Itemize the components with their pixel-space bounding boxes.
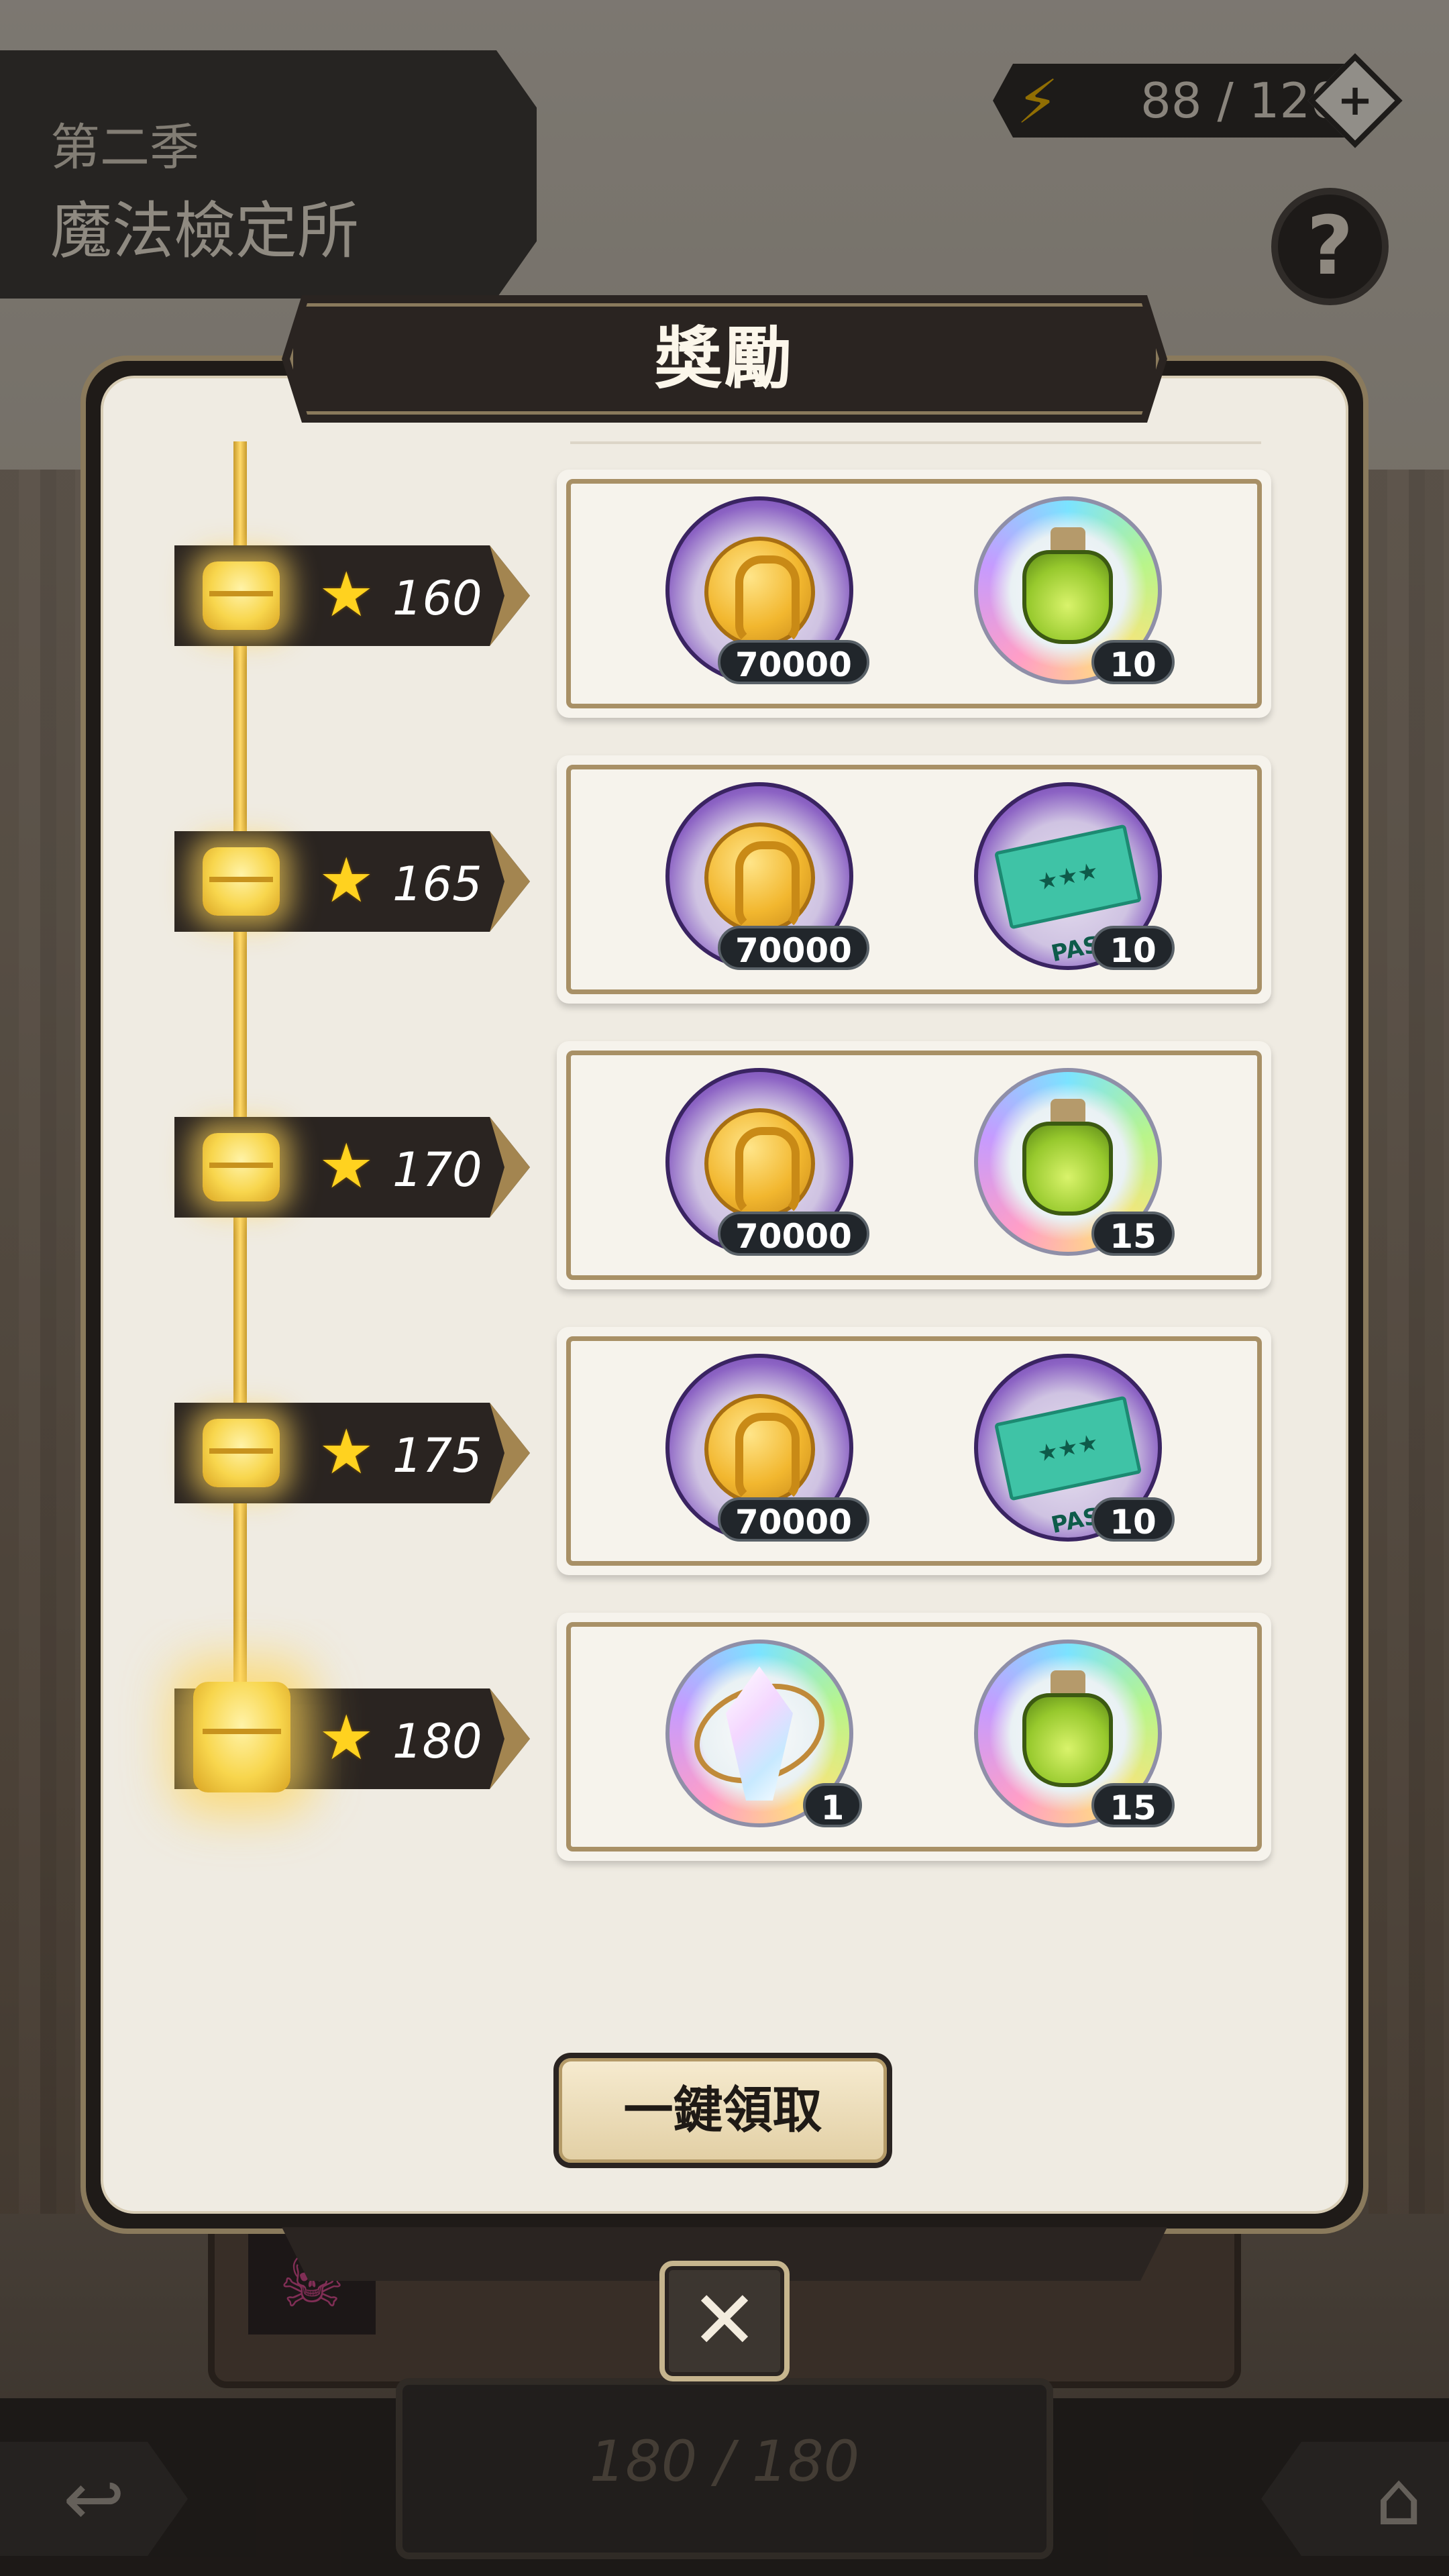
- reward-item[interactable]: ★★★ PASS 10: [974, 1354, 1175, 1542]
- gold-coin-icon: [704, 537, 815, 647]
- milestone-stars: 180: [392, 1714, 482, 1769]
- reward-item[interactable]: 70000: [665, 1354, 869, 1542]
- reward-item[interactable]: ★★★ PASS 10: [974, 782, 1175, 970]
- star-icon: ★: [319, 1416, 374, 1488]
- reward-item[interactable]: 10: [974, 496, 1175, 684]
- reward-count: 15: [1091, 1783, 1175, 1827]
- chest-icon[interactable]: [203, 1133, 280, 1201]
- reward-item[interactable]: 1: [665, 1640, 862, 1827]
- reward-count: 70000: [718, 1212, 869, 1256]
- list-divider: [570, 441, 1261, 444]
- milestone-stars: 160: [392, 571, 482, 626]
- chest-icon[interactable]: [203, 561, 280, 630]
- star-icon: ★: [319, 845, 374, 916]
- milestone-tag: ★ 160: [174, 545, 530, 646]
- claim-all-button[interactable]: 一鍵領取: [553, 2053, 892, 2168]
- screen: 第二季 魔法檢定所 ⚡ 88 / 120 + ? ☠ 180 / 180 ↩ ⌂…: [0, 0, 1449, 2576]
- reward-count: 10: [1091, 926, 1175, 970]
- reward-item[interactable]: 70000: [665, 782, 869, 970]
- green-potion-icon: [1022, 1099, 1113, 1216]
- reward-count: 10: [1091, 640, 1175, 684]
- reward-item[interactable]: 15: [974, 1640, 1175, 1827]
- milestone-tag: ★ 165: [174, 831, 530, 932]
- reward-card: 70000 10: [557, 470, 1271, 718]
- star-icon: ★: [319, 1702, 374, 1774]
- reward-card: 70000 15: [557, 1041, 1271, 1289]
- reward-count: 10: [1091, 1497, 1175, 1542]
- reward-count: 70000: [718, 926, 869, 970]
- reward-count: 70000: [718, 1497, 869, 1542]
- chest-icon[interactable]: [203, 1419, 280, 1487]
- reward-item[interactable]: 15: [974, 1068, 1175, 1256]
- chest-icon[interactable]: [193, 1682, 290, 1792]
- reward-item[interactable]: 70000: [665, 1068, 869, 1256]
- milestone-stars: 165: [392, 857, 482, 912]
- gold-coin-icon: [704, 1394, 815, 1505]
- reward-card: 70000 ★★★ PASS 10: [557, 755, 1271, 1004]
- gold-coin-icon: [704, 822, 815, 933]
- reward-count: 70000: [718, 640, 869, 684]
- star-icon: ★: [319, 1130, 374, 1202]
- reward-item[interactable]: 70000: [665, 496, 869, 684]
- close-icon: ✕: [690, 2274, 759, 2367]
- milestone-tag: ★ 170: [174, 1117, 530, 1218]
- close-button[interactable]: ✕: [659, 2261, 790, 2381]
- milestone-tag: ★ 175: [174, 1403, 530, 1503]
- milestone-tag: ★ 180: [174, 1682, 530, 1792]
- claim-all-label: 一鍵領取: [623, 2082, 822, 2139]
- reward-card: 1 15: [557, 1613, 1271, 1861]
- milestone-stars: 175: [392, 1428, 482, 1483]
- green-potion-icon: [1022, 527, 1113, 645]
- milestone-stars: 170: [392, 1142, 482, 1197]
- chest-icon[interactable]: [203, 847, 280, 916]
- gold-coin-icon: [704, 1108, 815, 1219]
- dialog-title: 獎勵: [655, 319, 794, 398]
- reward-card: 70000 ★★★ PASS 10: [557, 1327, 1271, 1575]
- green-potion-icon: [1022, 1670, 1113, 1788]
- reward-count: 1: [803, 1783, 862, 1827]
- reward-count: 15: [1091, 1212, 1175, 1256]
- star-icon: ★: [319, 559, 374, 631]
